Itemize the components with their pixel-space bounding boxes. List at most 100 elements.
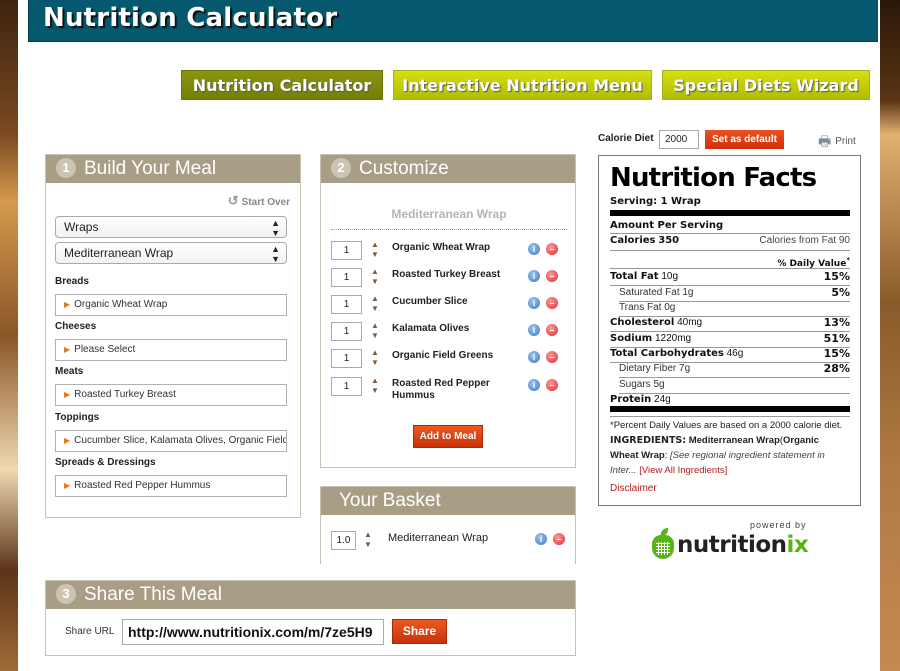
calories-from-fat: Calories from Fat 90 <box>759 235 850 246</box>
quantity-input[interactable]: 1 <box>331 349 362 368</box>
quantity-input[interactable]: 1 <box>331 241 362 260</box>
info-icon[interactable]: i <box>535 533 547 545</box>
caret-right-icon: ▶ <box>64 345 71 354</box>
nutrition-facts-label: Nutrition Facts Serving: 1 Wrap Amount P… <box>598 155 861 506</box>
calories-label: Calories <box>610 235 656 246</box>
info-icon[interactable]: i <box>528 324 540 336</box>
basket-quantity-input[interactable]: 1.0 <box>331 531 356 550</box>
group-label-meats: Meats <box>55 366 84 377</box>
nutrient-amount: 40mg <box>677 317 703 328</box>
nutritionix-logo[interactable]: nutritionix <box>652 527 812 562</box>
nutrition-facts-title: Nutrition Facts <box>610 163 817 193</box>
tab-nutrition-calculator[interactable]: Nutrition Calculator <box>181 70 383 100</box>
start-over-label: Start Over <box>241 197 290 208</box>
ingredient-row: 1 ▲ ▼ Roasted Turkey Breast i – <box>331 267 567 292</box>
info-icon[interactable]: i <box>528 270 540 282</box>
daily-value-asterisk: * <box>846 256 850 264</box>
powered-by-label: powered by <box>750 520 807 530</box>
start-over-button[interactable]: ↺ Start Over <box>228 193 290 209</box>
remove-icon[interactable]: – <box>553 533 565 545</box>
caret-right-icon: ▶ <box>64 436 71 445</box>
add-to-meal-button[interactable]: Add to Meal <box>413 425 483 448</box>
step-number: 1 <box>56 158 76 178</box>
quantity-input[interactable]: 1 <box>331 268 362 287</box>
remove-icon[interactable]: – <box>546 270 558 282</box>
remove-icon[interactable]: – <box>546 297 558 309</box>
group-label-breads: Breads <box>55 276 89 287</box>
ingredient-name: Roasted Red Pepper Hummus <box>392 378 490 401</box>
remove-icon[interactable]: – <box>546 243 558 255</box>
quantity-stepper[interactable]: ▲ ▼ <box>370 321 380 341</box>
quantity-input[interactable]: 1 <box>331 295 362 314</box>
nutrient-daily-value: 15% <box>823 270 850 283</box>
item-select-value: Mediterranean Wrap <box>64 246 174 260</box>
view-all-ingredients-link[interactable]: [View All Ingredients] <box>639 465 727 476</box>
quantity-stepper[interactable]: ▲ ▼ <box>370 348 380 368</box>
group-value: Organic Wheat Wrap <box>74 299 168 310</box>
item-select[interactable]: Mediterranean Wrap ▲ ▼ <box>55 242 287 264</box>
divider-thick <box>610 406 850 412</box>
calorie-diet-input[interactable]: 2000 <box>659 130 699 149</box>
group-select-breads[interactable]: ▶ Organic Wheat Wrap <box>55 294 287 316</box>
group-value: Roasted Turkey Breast <box>74 389 176 400</box>
category-select[interactable]: Wraps ▲ ▼ <box>55 216 287 238</box>
basket-item-name: Mediterranean Wrap <box>388 532 489 544</box>
nutrient-label: Sugars 5g <box>610 378 665 392</box>
nutrient-amount: 0g <box>664 302 676 313</box>
group-select-cheeses[interactable]: ▶ Please Select <box>55 339 287 361</box>
tab-interactive-nutrition-menu[interactable]: Interactive Nutrition Menu <box>393 70 652 100</box>
remove-icon[interactable]: – <box>546 324 558 336</box>
group-select-meats[interactable]: ▶ Roasted Turkey Breast <box>55 384 287 406</box>
info-icon[interactable]: i <box>528 243 540 255</box>
ingredient-name: Roasted Turkey Breast <box>392 269 501 280</box>
quantity-input[interactable]: 1 <box>331 322 362 341</box>
nutrient-label: Total Fat 10g <box>610 270 678 284</box>
calories-row: Calories 350 Calories from Fat 90 <box>610 234 850 248</box>
ingredient-row: 1 ▲ ▼ Kalamata Olives i – <box>331 321 567 346</box>
quantity-input[interactable]: 1 <box>331 377 362 396</box>
set-default-button[interactable]: Set as default <box>705 130 784 149</box>
info-icon[interactable]: i <box>528 297 540 309</box>
customize-title: Customize <box>359 158 449 179</box>
share-header: 3 Share This Meal <box>46 581 575 609</box>
remove-icon[interactable]: – <box>546 379 558 391</box>
nutrient-amount: 7g <box>679 363 691 374</box>
nutrient-row: Saturated Fat 1g 5% <box>610 286 850 300</box>
nutrient-row: Dietary Fiber 7g 28% <box>610 362 850 376</box>
quantity-stepper[interactable]: ▲ ▼ <box>370 376 380 396</box>
nutrient-name: Dietary Fiber <box>619 363 677 374</box>
nutrient-label: Trans Fat 0g <box>610 301 675 315</box>
nutrient-daily-value: 51% <box>823 332 850 345</box>
nutrient-name: Sugars <box>619 379 651 390</box>
share-button[interactable]: Share <box>392 619 447 644</box>
undo-icon: ↺ <box>227 193 239 208</box>
nutrient-daily-value: 13% <box>823 316 850 329</box>
nutrient-row: Total Carbohydrates 46g 15% <box>610 347 850 361</box>
remove-icon[interactable]: – <box>546 351 558 363</box>
nutrient-row: Sodium 1220mg 51% <box>610 332 850 346</box>
divider <box>331 229 567 230</box>
disclaimer-link[interactable]: Disclaimer <box>610 483 657 494</box>
nutrient-name: Sodium <box>610 333 653 344</box>
tab-special-diets-wizard[interactable]: Special Diets Wizard <box>662 70 870 100</box>
quantity-stepper[interactable]: ▲ ▼ <box>370 267 380 287</box>
ingredient-name: Organic Field Greens <box>392 350 494 361</box>
info-icon[interactable]: i <box>528 379 540 391</box>
group-select-spreads[interactable]: ▶ Roasted Red Pepper Hummus <box>55 475 287 497</box>
logo-text-b: ix <box>786 532 809 558</box>
group-label-cheeses: Cheeses <box>55 321 97 332</box>
customize-panel: 2 Customize Mediterranean Wrap 1 ▲ ▼ Organ… <box>320 154 576 468</box>
printer-icon: 🖶 <box>818 133 832 149</box>
quantity-stepper[interactable]: ▲ ▼ <box>370 240 380 260</box>
calorie-diet-label: Calorie Diet <box>598 133 654 144</box>
quantity-stepper[interactable]: ▲ ▼ <box>363 530 373 550</box>
nutrient-daily-value: 5% <box>831 286 850 299</box>
step-number: 3 <box>56 584 76 604</box>
quantity-stepper[interactable]: ▲ ▼ <box>370 294 380 314</box>
page-title: Nutrition Calculator <box>43 3 338 33</box>
share-url-input[interactable]: http://www.nutritionix.com/m/7ze5H9 <box>122 619 384 645</box>
print-button[interactable]: 🖶 Print <box>818 131 856 155</box>
group-select-toppings[interactable]: ▶ Cucumber Slice, Kalamata Olives, Organi… <box>55 430 287 452</box>
info-icon[interactable]: i <box>528 351 540 363</box>
daily-value-footnote: *Percent Daily Values are based on a 200… <box>610 420 843 431</box>
